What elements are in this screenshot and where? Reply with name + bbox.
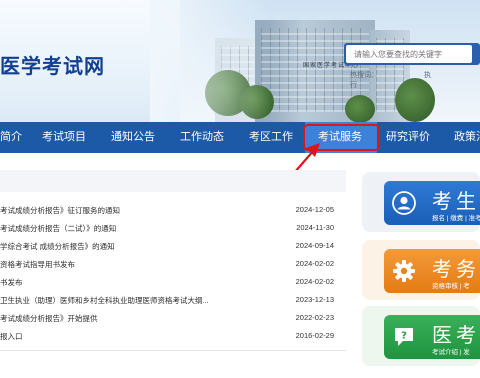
- news-date: 2016-02-29: [295, 331, 334, 340]
- card-subtitle: 资格审核 | 考: [432, 283, 470, 290]
- news-title[interactable]: 报入口: [0, 331, 23, 342]
- card-subtitle: 报名 | 缴费 | 准考: [432, 215, 480, 222]
- news-item[interactable]: 考试成绩分析报告》征订服务的通知 2024-12-05: [0, 205, 346, 221]
- hot-search-words: 热搜词： 执行: [350, 70, 480, 90]
- news-title[interactable]: 考试成绩分析报告》征订服务的通知: [0, 205, 120, 216]
- chat-icon: ?: [395, 328, 413, 346]
- news-item[interactable]: 考试成绩分析报告（二试）》的通知 2024-11-30: [0, 223, 346, 239]
- card-title: 考务: [432, 257, 480, 281]
- news-date: 2024-02-02: [295, 277, 334, 286]
- news-date: 2024-09-14: [295, 241, 334, 250]
- news-date: 2022-02-23: [295, 313, 334, 322]
- news-title[interactable]: 卫生执业（助理）医师和乡村全科执业助理医师资格考试大纲...: [0, 295, 209, 306]
- nav-item-intro[interactable]: 简介: [0, 122, 22, 153]
- news-item[interactable]: 卫生执业（助理）医师和乡村全科执业助理医师资格考试大纲... 2023-12-1…: [0, 295, 346, 311]
- exam-affairs-card[interactable]: 考务 资格审核 | 考: [384, 249, 480, 293]
- card-title: 考生: [432, 189, 480, 213]
- medical-exam-card-container: ? 医考 考试介绍 | 发: [362, 306, 480, 366]
- card-title: 医考: [432, 323, 480, 347]
- exam-affairs-card-container: 考务 资格审核 | 考: [362, 240, 480, 300]
- search-box: [344, 43, 480, 65]
- banner-tree: [345, 95, 375, 122]
- news-title[interactable]: 考试成绩分析报告》开始提供: [0, 313, 98, 324]
- nav-item-work-news[interactable]: 工作动态: [180, 122, 224, 153]
- candidate-card[interactable]: 考生 报名 | 缴费 | 准考: [384, 181, 480, 225]
- medical-exam-card[interactable]: ? 医考 考试介绍 | 发: [384, 315, 480, 359]
- news-date: 2023-12-13: [295, 295, 334, 304]
- news-date: 2024-11-30: [296, 223, 334, 232]
- gear-icon: [393, 260, 415, 282]
- divider: [0, 350, 346, 351]
- nav-item-exam-projects[interactable]: 考试项目: [42, 122, 86, 153]
- nav-item-research[interactable]: 研究评价: [386, 122, 430, 153]
- news-item[interactable]: 书发布 2024-02-02: [0, 277, 346, 293]
- news-item[interactable]: 考试成绩分析报告》开始提供 2022-02-23: [0, 313, 346, 329]
- news-title[interactable]: 资格考试指导用书发布: [0, 259, 75, 270]
- news-title[interactable]: 学综合考试 成绩分析报告》的通知: [0, 241, 115, 252]
- news-title[interactable]: 考试成绩分析报告（二试）》的通知: [0, 223, 116, 234]
- main-nav: 简介 考试项目 通知公告 工作动态 考区工作 考试服务 研究评价 政策法: [0, 122, 480, 153]
- news-list-header: [0, 170, 346, 192]
- news-date: 2024-02-02: [295, 259, 334, 268]
- news-title[interactable]: 书发布: [0, 277, 23, 288]
- nav-item-policy[interactable]: 政策法: [454, 122, 480, 153]
- svg-text:?: ?: [401, 331, 407, 342]
- site-title[interactable]: 医学考试网: [0, 50, 105, 79]
- nav-item-notices[interactable]: 通知公告: [111, 122, 155, 153]
- news-item[interactable]: 资格考试指导用书发布 2024-02-02: [0, 259, 346, 275]
- hotword[interactable]: 热搜词：: [350, 72, 378, 79]
- search-input[interactable]: [346, 45, 472, 63]
- site-header: 国家医学考试中心 医学考试网 热搜词：执行: [0, 0, 480, 122]
- news-item[interactable]: 学综合考试 成绩分析报告》的通知 2024-09-14: [0, 241, 346, 257]
- candidate-card-container: 考生 报名 | 缴费 | 准考: [362, 172, 480, 232]
- user-icon: [392, 191, 416, 215]
- news-date: 2024-12-05: [295, 205, 334, 214]
- news-item[interactable]: 报入口 2016-02-29: [0, 331, 346, 347]
- card-subtitle: 考试介绍 | 发: [432, 349, 470, 356]
